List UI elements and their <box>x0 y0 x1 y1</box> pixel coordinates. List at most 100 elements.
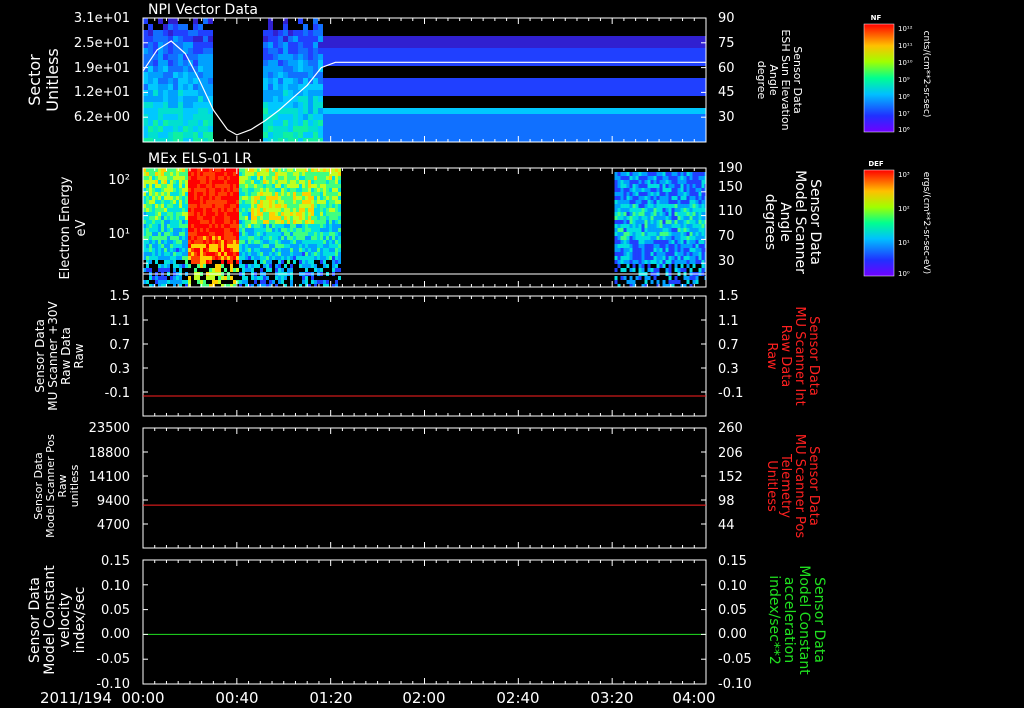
npi-heat-cell <box>508 54 513 60</box>
els-heat-cell <box>215 192 218 196</box>
els-heat-cell <box>236 240 239 244</box>
els-heat-cell <box>182 256 185 260</box>
npi-heat-cell <box>488 84 493 90</box>
els-heat-cell <box>179 208 182 212</box>
npi-heat-cell <box>278 90 283 96</box>
els-heat-cell <box>701 220 705 224</box>
els-heat-cell <box>227 172 230 176</box>
els-heat-cell <box>335 212 338 216</box>
els-heat-cell <box>317 236 320 240</box>
els-heat-cell <box>176 204 179 208</box>
els-heat-cell <box>272 256 275 260</box>
els-heat-cell <box>302 276 305 280</box>
npi-heat-cell <box>203 72 208 78</box>
npi-heat-cell <box>333 78 338 84</box>
els-heat-cell <box>689 252 693 256</box>
els-heat-cell <box>644 232 648 236</box>
npi-heat-cell <box>563 60 568 66</box>
els-heat-cell <box>221 192 224 196</box>
npi-heat-cell <box>438 138 443 142</box>
npi-ytick-3: 1.2e+01 <box>74 85 130 100</box>
els-heat-cell <box>257 192 260 196</box>
els-heat-cell <box>260 256 263 260</box>
npi-heat-cell <box>528 120 533 126</box>
npi-heat-cell <box>618 132 623 138</box>
els-heat-cell <box>251 168 254 172</box>
els-heat-cell <box>338 248 341 252</box>
npi-heat-cell <box>153 42 158 48</box>
els-heat-cell <box>695 176 699 180</box>
els-heat-cell <box>158 248 161 252</box>
els-heat-cell <box>632 264 636 268</box>
npi-heat-cell <box>463 108 468 114</box>
els-heat-cell <box>320 176 323 180</box>
els-heat-cell <box>332 244 335 248</box>
els-heat-cell <box>269 216 272 220</box>
npi-heat-cell <box>358 90 363 96</box>
npi-colorbar-label: NF <box>871 14 882 22</box>
npi-colorbar-units: cnts/(cm**2-sr-sec) <box>921 31 931 118</box>
els-heat-cell <box>632 180 636 184</box>
els-heat-cell <box>683 180 687 184</box>
npi-heat-cell <box>388 36 393 42</box>
npi-heat-cell <box>193 138 198 142</box>
els-heat-cell <box>329 252 332 256</box>
els-heat-cell <box>155 224 158 228</box>
els-heat-cell <box>188 256 191 260</box>
els-heat-cell <box>227 216 230 220</box>
npi-heat-cell <box>273 114 278 120</box>
scanner-pos-ytick-4: 4700 <box>97 518 130 533</box>
npi-heat-cell <box>453 42 458 48</box>
npi-heat-cell <box>628 114 633 120</box>
els-heat-cell <box>632 216 636 220</box>
els-heat-cell <box>266 180 269 184</box>
npi-heat-cell <box>268 72 273 78</box>
els-heat-cell <box>308 184 311 188</box>
npi-heat-cell <box>293 132 298 138</box>
els-heat-cell <box>680 244 684 248</box>
els-heat-cell <box>662 248 666 252</box>
npi-heat-cell <box>338 36 343 42</box>
els-heat-cell <box>287 200 290 204</box>
npi-heat-cell <box>683 54 688 60</box>
els-heat-cell <box>155 192 158 196</box>
els-heat-cell <box>251 244 254 248</box>
els-heat-cell <box>209 268 212 272</box>
els-heat-cell <box>668 228 672 232</box>
npi-heat-cell <box>393 120 398 126</box>
npi-heat-cell <box>408 42 413 48</box>
els-heat-cell <box>155 220 158 224</box>
els-heat-cell <box>263 200 266 204</box>
els-heat-cell <box>227 220 230 224</box>
els-heat-cell <box>662 172 666 176</box>
els-heat-cell <box>656 184 660 188</box>
npi-heat-cell <box>548 132 553 138</box>
npi-heat-cell <box>673 126 678 132</box>
els-heat-cell <box>230 268 233 272</box>
npi-heat-cell <box>638 90 643 96</box>
els-heat-cell <box>701 176 705 180</box>
els-heat-cell <box>641 244 645 248</box>
els-heat-cell <box>641 204 645 208</box>
els-heat-cell <box>656 208 660 212</box>
npi-heat-cell <box>558 54 563 60</box>
npi-heat-cell <box>648 78 653 84</box>
els-heat-cell <box>269 240 272 244</box>
els-heat-cell <box>614 212 618 216</box>
npi-heat-cell <box>388 126 393 132</box>
els-heat-cell <box>629 200 633 204</box>
npi-heat-cell <box>363 54 368 60</box>
els-heat-cell <box>629 224 633 228</box>
npi-heat-cell <box>153 108 158 114</box>
els-heat-cell <box>212 188 215 192</box>
els-heat-cell <box>236 252 239 256</box>
npi-heat-cell <box>198 120 203 126</box>
els-heat-cell <box>617 260 621 264</box>
els-heat-cell <box>653 276 657 280</box>
els-heat-cell <box>647 252 651 256</box>
els-heat-cell <box>695 204 699 208</box>
els-heat-cell <box>617 192 621 196</box>
els-heat-cell <box>200 224 203 228</box>
npi-heat-cell <box>423 48 428 54</box>
els-heat-cell <box>617 264 621 268</box>
